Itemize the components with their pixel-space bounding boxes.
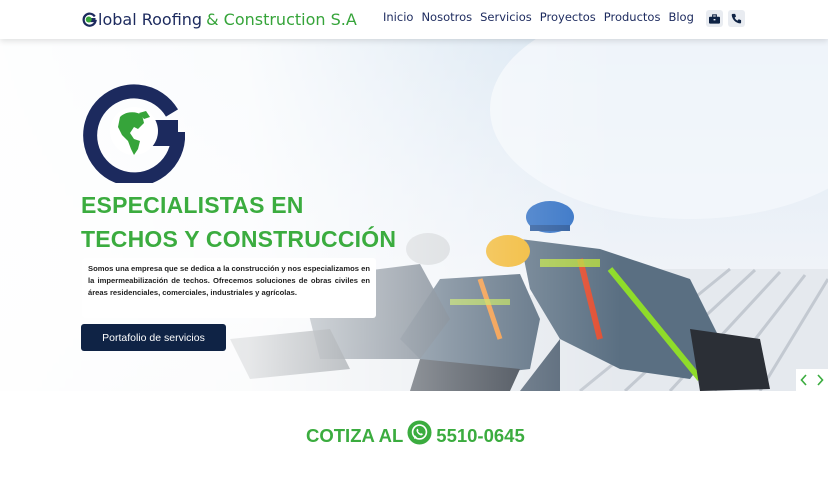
hero-banner: ESPECIALISTAS EN TECHOS Y CONSTRUCCIÓN S… (0, 39, 828, 391)
quote-label: COTIZA AL (306, 425, 404, 446)
globe-g-logo-icon (82, 12, 97, 27)
quote-phone-number[interactable]: 5510-0645 (436, 425, 524, 447)
nav-link-servicios[interactable]: Servicios (480, 10, 532, 24)
nav-link-proyectos[interactable]: Proyectos (540, 10, 596, 24)
nav-link-productos[interactable]: Productos (604, 10, 661, 24)
brand-tagline: & Construction S.A (206, 9, 357, 29)
brand-name: lobal Roofing (98, 9, 203, 29)
briefcase-button[interactable] (706, 10, 723, 27)
globe-g-large-logo-icon (83, 84, 185, 183)
carousel-arrows (796, 369, 828, 391)
hero-title-line2: TECHOS Y CONSTRUCCIÓN (81, 226, 397, 252)
brand-logo-link[interactable]: lobal Roofing & Construction S.A (82, 8, 357, 30)
portfolio-button[interactable]: Portafolio de servicios (81, 324, 226, 351)
chevron-left-icon[interactable] (800, 374, 808, 386)
quote-cta: COTIZA AL 5510-0645 (306, 419, 525, 451)
hero-description: Somos una empresa que se dedica a la con… (82, 258, 376, 318)
hero-title: ESPECIALISTAS EN TECHOS Y CONSTRUCCIÓN (81, 188, 396, 256)
whatsapp-icon[interactable] (407, 419, 432, 445)
briefcase-icon (709, 13, 720, 24)
phone-button[interactable] (728, 10, 745, 27)
hero-title-line1: ESPECIALISTAS EN (81, 192, 304, 218)
chevron-right-icon[interactable] (816, 374, 824, 386)
nav-link-blog[interactable]: Blog (668, 10, 693, 24)
nav-link-nosotros[interactable]: Nosotros (421, 10, 472, 24)
main-menu: Inicio Nosotros Servicios Proyectos Prod… (383, 10, 694, 24)
nav-link-inicio[interactable]: Inicio (383, 10, 413, 24)
nav-icon-group (706, 10, 745, 27)
phone-icon (731, 13, 742, 24)
top-navbar: lobal Roofing & Construction S.A Inicio … (0, 0, 828, 39)
